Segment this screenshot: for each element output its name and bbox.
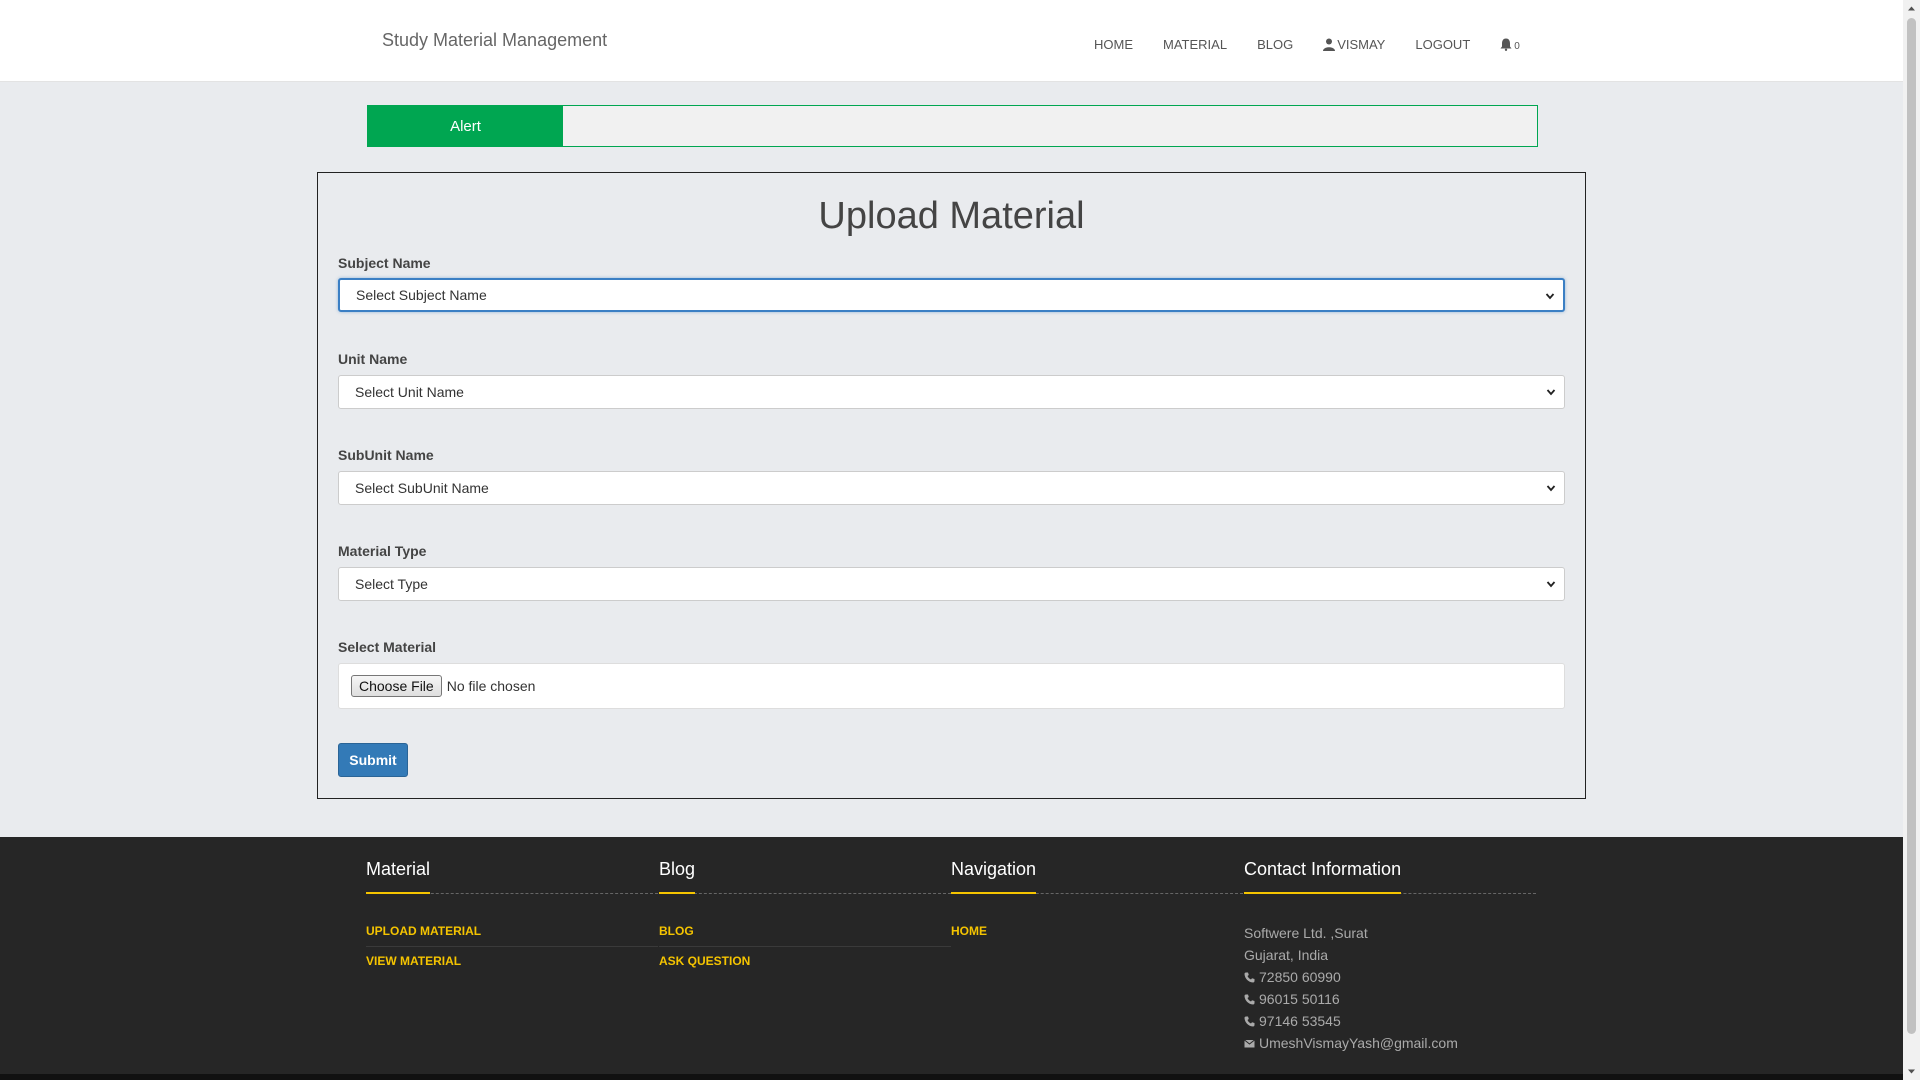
scrollbar-thumb[interactable] [1907, 18, 1916, 1034]
footer-link-upload-material[interactable]: UPLOAD MATERIAL [366, 924, 658, 947]
type-select[interactable]: Select Type [338, 567, 1565, 601]
footer-material-title: Material [366, 859, 431, 894]
contact-phone-2-text: 96015 50116 [1259, 991, 1340, 1007]
footer-blog-column: Blog BLOG ASK QUESTION [659, 859, 951, 983]
contact-phone-3-text: 97146 53545 [1259, 1013, 1341, 1029]
nav-material[interactable]: MATERIAL [1163, 37, 1227, 52]
subunit-label: SubUnit Name [338, 447, 434, 463]
main-nav: HOME MATERIAL BLOG VISMAY LOGOUT 0 [1094, 37, 1520, 52]
footer: Material UPLOAD MATERIAL VIEW MATERIAL B… [0, 837, 1903, 1080]
contact-phone-1: 72850 60990 [1244, 966, 1536, 988]
chevron-down-icon [1546, 581, 1556, 588]
contact-email-text[interactable]: UmeshVismayYash@gmail.com [1259, 1032, 1458, 1054]
contact-address-line1: Softwere Ltd. ,Surat [1244, 925, 1368, 941]
footer-contact-column: Contact Information Softwere Ltd. ,Surat… [1244, 859, 1536, 1054]
nav-user-label: VISMAY [1337, 37, 1386, 52]
file-input: Choose File No file chosen [338, 663, 1565, 709]
subject-label: Subject Name [338, 255, 431, 271]
footer-link-view-material[interactable]: VIEW MATERIAL [366, 954, 658, 976]
bell-icon [1500, 38, 1512, 51]
material-label: Select Material [338, 639, 437, 655]
unit-select[interactable]: Select Unit Name [338, 375, 1565, 409]
nav-user[interactable]: VISMAY [1323, 37, 1385, 52]
footer-navigation-title: Navigation [951, 859, 1037, 894]
brand-title[interactable]: Study Material Management [382, 30, 607, 51]
nav-logout[interactable]: LOGOUT [1415, 37, 1470, 52]
envelope-icon [1244, 1039, 1255, 1047]
phone-icon [1244, 972, 1255, 982]
contact-email: UmeshVismayYash@gmail.com [1244, 1032, 1536, 1054]
notification-count: 0 [1514, 40, 1520, 52]
footer-link-home[interactable]: HOME [951, 924, 1243, 946]
unit-select-value: Select Unit Name [355, 384, 464, 400]
scroll-down-arrow-icon[interactable] [1907, 1067, 1916, 1076]
page-scrollbar[interactable] [1903, 0, 1920, 1080]
chevron-down-icon [1546, 485, 1556, 492]
choose-file-button[interactable]: Choose File [351, 675, 442, 697]
page-title: Upload Material [818, 195, 1085, 237]
footer-bottom-bar [0, 1074, 1903, 1080]
footer-divider [659, 893, 951, 894]
subject-select-value: Select Subject Name [356, 287, 487, 303]
alert-label: Alert [368, 106, 563, 146]
phone-icon [1244, 1016, 1255, 1026]
footer-link-ask-question[interactable]: ASK QUESTION [659, 954, 951, 976]
type-label: Material Type [338, 543, 427, 559]
top-navbar: Study Material Management HOME MATERIAL … [0, 0, 1903, 82]
nav-notifications[interactable]: 0 [1500, 38, 1520, 52]
user-icon [1323, 38, 1336, 51]
footer-blog-title: Blog [659, 859, 696, 894]
scroll-up-arrow-icon[interactable] [1907, 4, 1916, 13]
subunit-select[interactable]: Select SubUnit Name [338, 471, 1565, 505]
subject-select[interactable]: Select Subject Name [338, 278, 1565, 312]
footer-link-blog[interactable]: BLOG [659, 924, 951, 947]
submit-button[interactable]: Submit [338, 743, 408, 777]
footer-material-column: Material UPLOAD MATERIAL VIEW MATERIAL [366, 859, 658, 983]
footer-navigation-column: Navigation HOME [951, 859, 1243, 953]
subunit-select-value: Select SubUnit Name [355, 480, 489, 496]
contact-phone-3: 97146 53545 [1244, 1010, 1536, 1032]
alert-bar: Alert [367, 105, 1538, 147]
contact-phone-2: 96015 50116 [1244, 988, 1536, 1010]
chevron-down-icon [1546, 389, 1556, 396]
nav-home[interactable]: HOME [1094, 37, 1133, 52]
nav-blog[interactable]: BLOG [1257, 37, 1293, 52]
type-select-value: Select Type [355, 576, 428, 592]
contact-phone-1-text: 72850 60990 [1259, 969, 1341, 985]
contact-address-line2: Gujarat, India [1244, 947, 1329, 963]
contact-info: Softwere Ltd. ,Surat Gujarat, India 7285… [1244, 922, 1536, 1054]
chevron-down-icon [1545, 293, 1555, 300]
unit-label: Unit Name [338, 351, 408, 367]
phone-icon [1244, 994, 1255, 1004]
footer-contact-title: Contact Information [1244, 859, 1402, 894]
file-status: No file chosen [446, 678, 536, 694]
upload-form-panel: Upload Material Subject Name Select Subj… [317, 172, 1586, 799]
